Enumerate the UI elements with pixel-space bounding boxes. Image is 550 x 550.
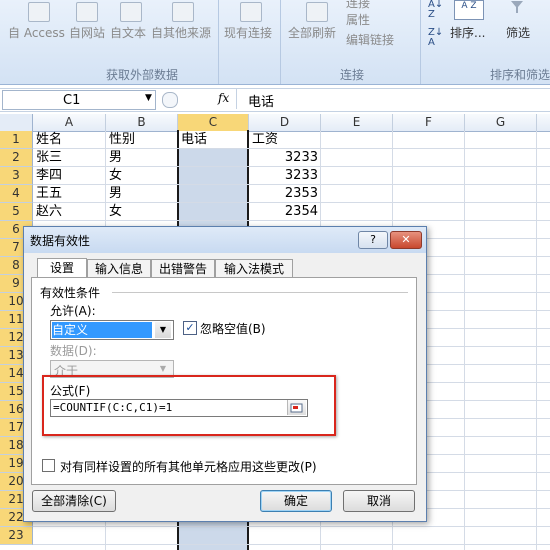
apply-all-label: 对有同样设置的所有其他单元格应用这些更改(P) bbox=[60, 460, 317, 474]
row-header-5[interactable]: 5 bbox=[0, 203, 33, 221]
cell-a3[interactable]: 李四 bbox=[36, 167, 62, 184]
group-title-connections: 连接 bbox=[340, 68, 365, 82]
cell-b3[interactable]: 女 bbox=[109, 167, 122, 184]
cell-a1[interactable]: 姓名 bbox=[36, 131, 62, 148]
existing-connections-icon bbox=[240, 2, 262, 22]
col-header-e[interactable]: E bbox=[321, 114, 393, 132]
allow-label: 允许(A): bbox=[50, 304, 96, 318]
existing-connections-group: 现有连接 bbox=[218, 0, 281, 84]
col-header-d[interactable]: D bbox=[249, 114, 321, 132]
row-header-23[interactable]: 23 bbox=[0, 527, 33, 545]
sort-button[interactable]: 排序... bbox=[450, 24, 485, 41]
sort-az-icon[interactable]: A↓ Z bbox=[428, 0, 443, 20]
cell-d5[interactable]: 2354 bbox=[249, 203, 318, 220]
dialog-title: 数据有效性 bbox=[30, 234, 91, 248]
gridline bbox=[32, 526, 550, 527]
group-title-sort-filter: 排序和筛选 bbox=[490, 68, 550, 82]
get-external-data-group: 自 Access 自网站 自文本 自其他来源 获取外部数据 bbox=[0, 0, 219, 84]
group-title-external-data: 获取外部数据 bbox=[106, 68, 179, 82]
sort-za-icon[interactable]: Z↓ A bbox=[428, 28, 443, 48]
cell-a2[interactable]: 张三 bbox=[36, 149, 62, 166]
connections-group: 全部刷新 连接 属性 编辑链接 连接 bbox=[280, 0, 421, 84]
col-header-c[interactable]: C bbox=[178, 114, 249, 132]
gridline bbox=[536, 131, 537, 550]
access-icon bbox=[28, 2, 50, 22]
refresh-all-button[interactable]: 全部刷新 bbox=[288, 24, 336, 41]
from-other-sources-button[interactable]: 自其他来源 bbox=[151, 24, 211, 41]
cell-a4[interactable]: 王五 bbox=[36, 185, 62, 202]
cell-b4[interactable]: 男 bbox=[109, 185, 122, 202]
col-header-a[interactable]: A bbox=[33, 114, 106, 132]
ok-button[interactable]: 确定 bbox=[260, 490, 332, 512]
allow-select[interactable]: 自定义 ▼ bbox=[50, 320, 174, 340]
web-icon bbox=[76, 2, 98, 22]
filter-button[interactable]: 筛选 bbox=[506, 24, 530, 41]
clear-all-button[interactable]: 全部清除(C) bbox=[32, 490, 116, 512]
col-header-f[interactable]: F bbox=[393, 114, 465, 132]
allow-selected-value: 自定义 bbox=[52, 322, 152, 338]
cell-b5[interactable]: 女 bbox=[109, 203, 122, 220]
row-header-1[interactable]: 1 bbox=[0, 131, 33, 149]
cell-d3[interactable]: 3233 bbox=[249, 167, 318, 184]
cell-d4[interactable]: 2353 bbox=[249, 185, 318, 202]
col-header-b[interactable]: B bbox=[106, 114, 178, 132]
allow-dropdown-icon[interactable]: ▼ bbox=[155, 322, 171, 338]
formula-bar-expand-icon[interactable] bbox=[162, 92, 178, 108]
connections-item[interactable]: 连接 bbox=[346, 0, 370, 11]
ribbon: 自 Access 自网站 自文本 自其他来源 获取外部数据 现有连接 全部刷新 … bbox=[0, 0, 550, 85]
row-header-4[interactable]: 4 bbox=[0, 185, 33, 203]
formula-highlight-box bbox=[42, 375, 336, 436]
data-validation-dialog: 数据有效性 ? ✕ 设置 输入信息 出错警告 输入法模式 有效性条件 允许(A)… bbox=[23, 226, 427, 522]
col-header-h[interactable] bbox=[537, 114, 550, 132]
cell-d1[interactable]: 工资 bbox=[252, 131, 278, 148]
dialog-titlebar[interactable]: 数据有效性 ? ✕ bbox=[24, 227, 426, 253]
name-box[interactable]: C1 ▼ bbox=[2, 90, 156, 110]
criteria-heading: 有效性条件 bbox=[40, 286, 101, 300]
cell-c1[interactable]: 电话 bbox=[181, 131, 207, 148]
cell-a5[interactable]: 赵六 bbox=[36, 203, 62, 220]
existing-connections-button[interactable]: 现有连接 bbox=[224, 24, 272, 41]
ignore-blank-checkbox[interactable]: ✓ bbox=[183, 321, 197, 335]
name-box-value: C1 bbox=[63, 93, 81, 108]
row-header-2[interactable]: 2 bbox=[0, 149, 33, 167]
filter-icon bbox=[510, 0, 524, 14]
sort-dialog-icon: A Z bbox=[454, 0, 484, 20]
tab-ime-mode[interactable]: 输入法模式 bbox=[215, 259, 293, 278]
other-sources-icon bbox=[172, 2, 194, 22]
gridline bbox=[32, 544, 550, 545]
apply-all-checkbox[interactable] bbox=[42, 459, 55, 472]
gridline bbox=[464, 131, 465, 550]
text-icon bbox=[120, 2, 142, 22]
close-button[interactable]: ✕ bbox=[390, 231, 422, 249]
ignore-blank-label: 忽略空值(B) bbox=[200, 322, 266, 336]
from-access-button[interactable]: 自 Access bbox=[8, 24, 65, 41]
cancel-button[interactable]: 取消 bbox=[343, 490, 415, 512]
edit-links-item[interactable]: 编辑链接 bbox=[346, 31, 394, 48]
tab-panel: 有效性条件 允许(A): 自定义 ▼ ✓ 忽略空值(B) 数据(D): 介于 ▼… bbox=[31, 277, 417, 485]
data-label: 数据(D): bbox=[50, 344, 97, 358]
section-divider bbox=[112, 292, 408, 293]
row-header-3[interactable]: 3 bbox=[0, 167, 33, 185]
from-text-button[interactable]: 自文本 bbox=[110, 24, 146, 41]
sort-filter-group: A↓ Z Z↓ A A Z 排序... 筛选 排序和筛选 bbox=[420, 0, 550, 84]
tab-error-alert[interactable]: 出错警告 bbox=[151, 259, 215, 278]
formula-divider bbox=[236, 89, 237, 109]
properties-item[interactable]: 属性 bbox=[346, 11, 370, 28]
refresh-all-icon bbox=[306, 2, 328, 22]
col-header-g[interactable]: G bbox=[465, 114, 537, 132]
cell-d2[interactable]: 3233 bbox=[249, 149, 318, 166]
cell-b2[interactable]: 男 bbox=[109, 149, 122, 166]
from-web-button[interactable]: 自网站 bbox=[69, 24, 105, 41]
help-button[interactable]: ? bbox=[358, 231, 388, 249]
fx-icon[interactable]: fx bbox=[218, 91, 229, 105]
name-box-dropdown-icon[interactable]: ▼ bbox=[145, 93, 152, 103]
tab-settings[interactable]: 设置 bbox=[37, 258, 87, 279]
formula-input[interactable]: 电话 bbox=[248, 91, 274, 110]
tab-input-message[interactable]: 输入信息 bbox=[87, 259, 151, 278]
gridline bbox=[32, 220, 550, 221]
select-all-corner[interactable] bbox=[0, 114, 33, 132]
cell-b1[interactable]: 性别 bbox=[109, 131, 135, 148]
